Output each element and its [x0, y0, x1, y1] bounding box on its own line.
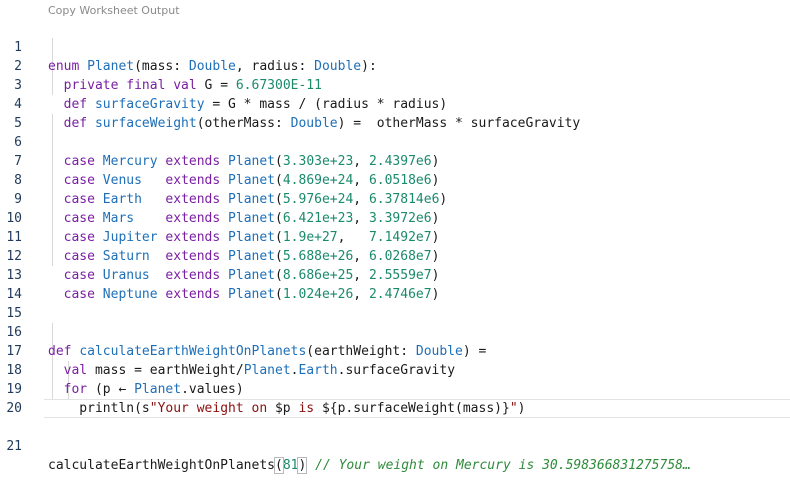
code-line: 1 enum Planet(mass: Double, radius: Doub…: [0, 19, 790, 74]
code-line: 15: [0, 285, 790, 321]
matching-bracket: ): [297, 457, 308, 474]
code-line: 13 case Neptune extends Planet(1.024e+26…: [0, 247, 790, 302]
code-line: 2 private final val G = 6.67300E-11: [0, 38, 790, 93]
copy-worksheet-output-button[interactable]: Copy Worksheet Output: [48, 3, 180, 19]
matching-bracket: (: [274, 457, 284, 474]
line-number: 21: [6, 439, 22, 454]
code-line: 10 case Jupiter extends Planet(1.9e+27, …: [0, 190, 790, 245]
code-line: 6 case Mercury extends Planet(3.303e+23,…: [0, 114, 790, 169]
code-line: 19 println(s"Your weight on $p is ${p.su…: [0, 361, 790, 416]
line-text: calculateEarthWeightOnPlanets(81) // You…: [48, 456, 691, 475]
code-line: 9 case Mars extends Planet(6.421e+23, 3.…: [0, 171, 790, 226]
code-line: 14: [0, 266, 790, 302]
code-line: 20: [0, 380, 790, 416]
code-editor[interactable]: Copy Worksheet Output 1 enum Planet(mass…: [0, 0, 790, 474]
token: 81: [282, 458, 299, 473]
code-line: 12 case Uranus extends Planet(8.686e+25,…: [0, 228, 790, 283]
code-line: 3 def surfaceGravity = G * mass / (radiu…: [0, 57, 790, 112]
code-area[interactable]: 1 enum Planet(mass: Double, radius: Doub…: [0, 19, 790, 474]
code-line: 18 for (p ← Planet.values): [0, 342, 790, 397]
code-line: 4 def surfaceWeight(otherMass: Double) =…: [0, 76, 790, 131]
code-line: 17 val mass = earthWeight/Planet.Earth.s…: [0, 323, 790, 378]
current-code-line: 21 calculateEarthWeightOnPlanets(81) // …: [0, 399, 790, 474]
worksheet-output-comment: // Your weight on Mercury is 30.59836683…: [307, 458, 691, 473]
code-line: 5: [0, 95, 790, 131]
current-line-highlight: [44, 399, 790, 418]
code-line: 7 case Venus extends Planet(4.869e+24, 6…: [0, 133, 790, 188]
token: calculateEarthWeightOnPlanets: [48, 458, 275, 473]
code-line: 16 def calculateEarthWeightOnPlanets(ear…: [0, 304, 790, 359]
code-line: 11 case Saturn extends Planet(5.688e+26,…: [0, 209, 790, 264]
code-line: 8 case Earth extends Planet(5.976e+24, 6…: [0, 152, 790, 207]
